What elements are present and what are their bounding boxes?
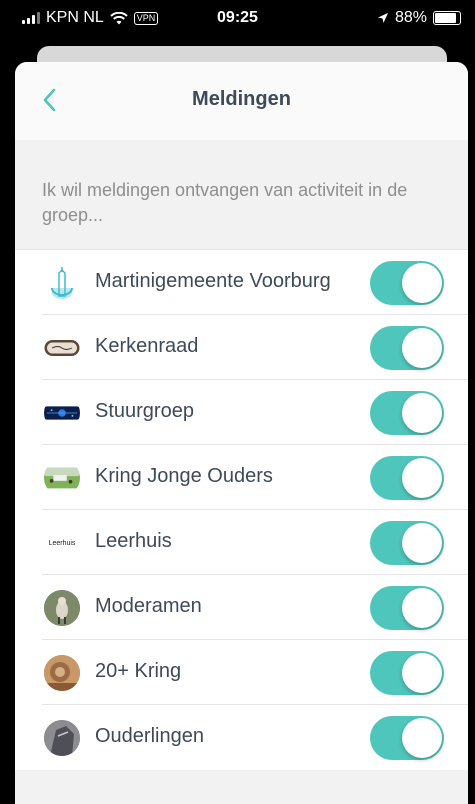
section-header: Ik wil meldingen ontvangen van activitei… [15, 140, 468, 250]
moderamen-avatar [44, 590, 80, 626]
group-label: Kerkenraad [95, 335, 199, 357]
stuurgroep-avatar [44, 395, 80, 431]
nameplate-icon [44, 340, 80, 356]
group-label: Leerhuis [95, 530, 172, 552]
list-item-ouderlingen: Ouderlingen [15, 705, 468, 770]
list-item-20-plus-kring: 20+ Kring [15, 640, 468, 705]
group-label: Moderamen [95, 595, 202, 617]
notification-toggle[interactable] [370, 521, 444, 565]
notification-toggle[interactable] [370, 456, 444, 500]
location-arrow-icon [377, 13, 388, 23]
notification-toggle[interactable] [370, 586, 444, 630]
page-title: Meldingen [192, 88, 291, 110]
list-item-kerkenraad: Kerkenraad [15, 315, 468, 380]
kerkenraad-avatar [44, 330, 80, 366]
church-logo-avatar [44, 265, 80, 301]
twenty-plus-kring-avatar [44, 655, 80, 691]
notification-toggle[interactable] [370, 716, 444, 760]
group-label: 20+ Kring [95, 660, 182, 682]
battery-icon [433, 11, 461, 25]
kring-jonge-ouders-avatar [44, 460, 80, 496]
status-bar: KPN NL VPN 09:25 88% [0, 0, 475, 40]
list-item-martinigemeente: Martinigemeente Voorburg [15, 250, 468, 315]
group-list: Martinigemeente Voorburg Kerkenraad Stuu… [15, 250, 468, 770]
group-label: Ouderlingen [95, 725, 204, 747]
animal-photo-icon [44, 590, 80, 626]
ouderlingen-avatar [44, 720, 80, 756]
nav-bar: Meldingen [15, 62, 468, 140]
notification-toggle[interactable] [370, 391, 444, 435]
list-footer [15, 770, 468, 804]
wood-photo-icon [44, 655, 80, 691]
leerhuis-avatar: Leerhuis [44, 525, 80, 561]
outdoor-photo-icon [44, 467, 80, 489]
leerhuis-avatar-text: Leerhuis [48, 539, 76, 547]
notification-toggle[interactable] [370, 326, 444, 370]
sculpture-photo-icon [44, 720, 80, 756]
notification-toggle[interactable] [370, 261, 444, 305]
list-item-leerhuis: Leerhuis Leerhuis [15, 510, 468, 575]
notifications-sheet: Meldingen Ik wil meldingen ontvangen van… [15, 62, 468, 804]
group-label: Kring Jonge Ouders [95, 465, 273, 487]
group-label: Martinigemeente Voorburg [95, 270, 331, 292]
tech-banner-icon [44, 406, 80, 420]
section-description: Ik wil meldingen ontvangen van activitei… [42, 180, 408, 225]
group-label: Stuurgroep [95, 400, 194, 422]
list-item-kring-jonge-ouders: Kring Jonge Ouders [15, 445, 468, 510]
notification-toggle[interactable] [370, 651, 444, 695]
battery-percent: 88% [394, 9, 427, 26]
list-item-moderamen: Moderamen [15, 575, 468, 640]
list-item-stuurgroep: Stuurgroep [15, 380, 468, 445]
church-tower-icon [51, 267, 73, 299]
status-right: 88% [377, 9, 461, 27]
